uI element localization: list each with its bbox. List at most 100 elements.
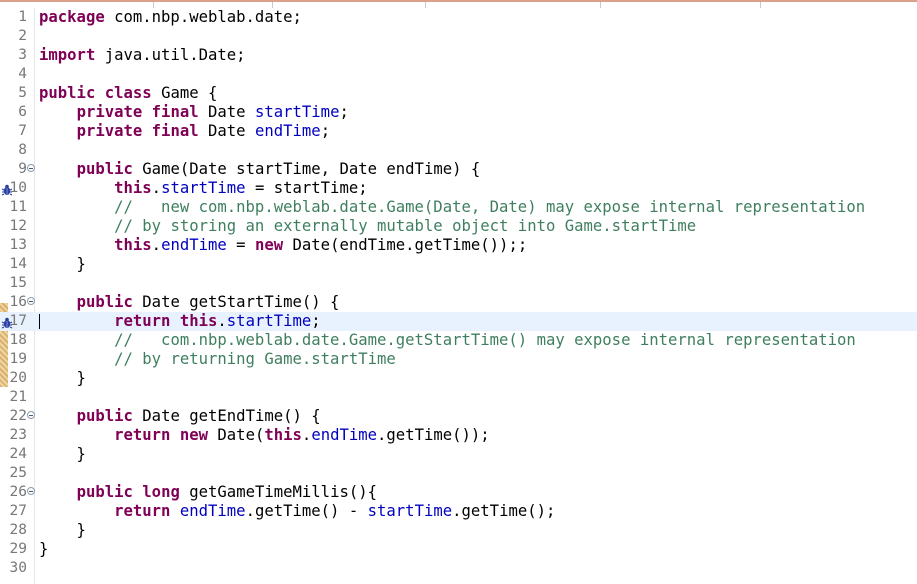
- keyword-token: this: [114, 236, 152, 254]
- line-number: 4: [18, 66, 27, 82]
- line-number: 7: [18, 123, 27, 139]
- code-line[interactable]: 26 public long getGameTimeMillis(){: [0, 483, 917, 502]
- code-text: private final Date startTime;: [39, 103, 349, 122]
- comment-token: // new com.nbp.weblab.date.Game(Date, Da…: [114, 198, 866, 216]
- field-token: startTime: [367, 502, 453, 520]
- code-editor[interactable]: 1 package com.nbp.weblab.date; 2 3 import ja…: [0, 8, 917, 578]
- code-line[interactable]: 18 // com.nbp.weblab.date.Game.getStartT…: [0, 331, 917, 350]
- code-line[interactable]: 19 // by returning Game.startTime: [0, 350, 917, 369]
- line-number: 20: [9, 370, 27, 386]
- line-number: 9: [18, 161, 27, 177]
- code-line[interactable]: 3 import java.util.Date;: [0, 46, 917, 65]
- keyword-token: long: [142, 483, 180, 501]
- field-token: endTime: [311, 426, 378, 444]
- code-line[interactable]: 1 package com.nbp.weblab.date;: [0, 8, 917, 27]
- code-line[interactable]: 13 this.endTime = new Date(endTime.getTi…: [0, 236, 917, 255]
- code-token: ;: [320, 122, 331, 140]
- code-token: com.nbp.weblab.date;: [104, 8, 302, 26]
- code-token: Date getEndTime() {: [132, 407, 321, 425]
- code-token: ;: [339, 103, 349, 121]
- collapse-fold-icon[interactable]: [27, 164, 35, 172]
- collapse-fold-icon[interactable]: [27, 487, 35, 495]
- keyword-token: this: [114, 179, 152, 197]
- code-line[interactable]: 23 return new Date(this.endTime.getTime(…: [0, 426, 917, 445]
- code-token: .getTime();: [452, 502, 556, 520]
- code-line[interactable]: 5 public class Game {: [0, 84, 917, 103]
- comment-token: // by returning Game.startTime: [114, 350, 396, 368]
- line-number: 29: [9, 541, 27, 557]
- code-token: .: [301, 426, 312, 444]
- code-line[interactable]: 9 public Game(Date startTime, Date endTi…: [0, 160, 917, 179]
- field-token: endTime: [179, 502, 246, 520]
- code-line[interactable]: 14 }: [0, 255, 917, 274]
- code-text: }: [39, 369, 86, 388]
- line-number: 12: [9, 218, 27, 234]
- code-token: getGameTimeMillis(){: [179, 483, 378, 501]
- code-line[interactable]: 11 // new com.nbp.weblab.date.Game(Date,…: [0, 198, 917, 217]
- code-line[interactable]: 22 public Date getEndTime() {: [0, 407, 917, 426]
- code-token: Date: [198, 122, 255, 140]
- keyword-token: public: [76, 483, 133, 501]
- code-text: }: [39, 445, 86, 464]
- code-line[interactable]: 7 private final Date endTime;: [0, 122, 917, 141]
- code-line[interactable]: 29}: [0, 540, 917, 559]
- code-text: public Date getStartTime() {: [39, 293, 340, 312]
- code-line[interactable]: 4: [0, 65, 917, 84]
- code-line[interactable]: 25: [0, 464, 917, 483]
- code-text: return endTime.getTime() - startTime.get…: [39, 502, 555, 521]
- code-token: Game {: [151, 84, 218, 102]
- code-line[interactable]: 12 // by storing an externally mutable o…: [0, 217, 917, 236]
- code-line[interactable]: 28 }: [0, 521, 917, 540]
- code-text: // by returning Game.startTime: [39, 350, 396, 369]
- code-line[interactable]: 17 return this.startTime;: [0, 312, 917, 331]
- code-line[interactable]: 10 this.startTime = startTime;: [0, 179, 917, 198]
- code-token: Date(endTime.getTime());;: [283, 236, 528, 254]
- code-line[interactable]: 24 }: [0, 445, 917, 464]
- line-number: 25: [9, 465, 27, 481]
- code-token: Game(Date startTime, Date endTime) {: [132, 160, 481, 178]
- code-line[interactable]: 8: [0, 141, 917, 160]
- code-text: this.startTime = startTime;: [39, 179, 368, 198]
- code-line[interactable]: 6 private final Date startTime;: [0, 103, 917, 122]
- code-text: import java.util.Date;: [39, 46, 246, 65]
- line-number: 24: [9, 446, 27, 462]
- code-line[interactable]: 27 return endTime.getTime() - startTime.…: [0, 502, 917, 521]
- code-token: ;: [311, 312, 321, 330]
- keyword-token: public: [76, 160, 133, 178]
- code-text: // by storing an externally mutable obje…: [39, 217, 696, 236]
- code-text: package com.nbp.weblab.date;: [39, 8, 302, 27]
- code-token: }: [39, 255, 86, 273]
- keyword-token: return: [114, 312, 171, 330]
- line-number: 5: [18, 85, 27, 101]
- code-line[interactable]: 15: [0, 274, 917, 293]
- line-number: 28: [9, 522, 27, 538]
- code-token: .getTime() -: [245, 502, 368, 520]
- collapse-fold-icon[interactable]: [27, 411, 35, 419]
- bug-marker-icon[interactable]: [1, 315, 13, 329]
- line-number: 11: [9, 199, 27, 215]
- code-line[interactable]: 20 }: [0, 369, 917, 388]
- line-number: 13: [9, 237, 27, 253]
- bug-marker-icon[interactable]: [1, 182, 13, 196]
- code-line[interactable]: 2: [0, 27, 917, 46]
- line-number: 14: [9, 256, 27, 272]
- line-number: 23: [9, 427, 27, 443]
- line-number: 22: [9, 408, 27, 424]
- code-line[interactable]: 30: [0, 559, 917, 578]
- line-number: 21: [9, 389, 27, 405]
- line-number: 3: [18, 47, 27, 63]
- collapse-fold-icon[interactable]: [27, 297, 35, 305]
- code-line[interactable]: 21: [0, 388, 917, 407]
- keyword-token: return: [114, 426, 171, 444]
- code-line[interactable]: 16 public Date getStartTime() {: [0, 293, 917, 312]
